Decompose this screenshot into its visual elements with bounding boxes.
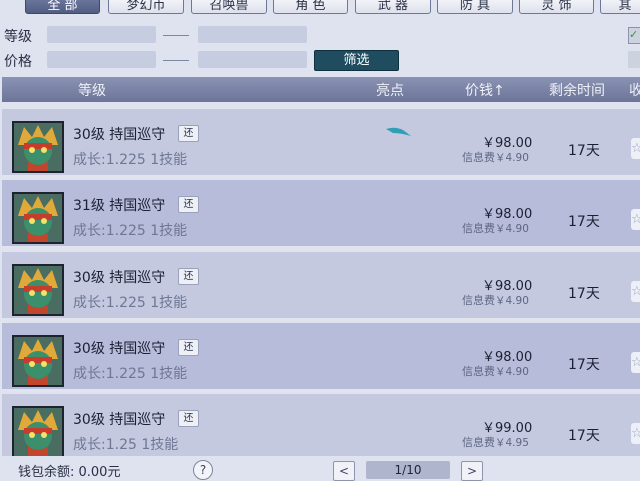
status-badge: 还	[178, 339, 199, 356]
listing-table: 30级 持国巡守 还 成长:1.225 1技能 ￥98.00 信息费￥4.90 …	[2, 104, 640, 456]
pet-avatar	[12, 192, 64, 244]
pet-growth: 成长:1.225 1技能	[73, 223, 188, 239]
price-filter-label: 价格	[4, 54, 32, 70]
remaining-time: 17天	[568, 286, 600, 302]
tab-all[interactable]: 全 部	[25, 0, 100, 14]
fee-label: 信息费	[462, 151, 495, 164]
filter-button[interactable]: 筛选	[314, 50, 399, 71]
remaining-time: 17天	[568, 143, 600, 159]
sort-up-icon: ↑	[493, 83, 505, 99]
table-row[interactable]: 30级 持国巡守 还 成长:1.225 1技能 ￥98.00 信息费￥4.90 …	[2, 109, 640, 178]
remaining-time: 17天	[568, 428, 600, 444]
table-header: 等级 亮点 价钱↑ 剩余时间 收	[2, 77, 640, 102]
status-badge: 还	[178, 268, 199, 285]
help-icon[interactable]: ?	[193, 460, 213, 480]
fee: 信息费￥4.90	[462, 220, 529, 236]
pet-name: 30级 持国巡守	[73, 341, 166, 357]
price-min-input[interactable]	[47, 51, 156, 68]
header-highlight[interactable]: 亮点	[376, 80, 404, 100]
pet-name: 30级 持国巡守	[73, 127, 166, 143]
header-price[interactable]: 价钱↑	[465, 80, 505, 100]
pet-avatar	[12, 264, 64, 316]
pet-growth: 成长:1.225 1技能	[73, 152, 188, 168]
fee: 信息费￥4.90	[462, 363, 529, 379]
table-row[interactable]: 30级 持国巡守 还 成长:1.225 1技能 ￥98.00 信息费￥4.90 …	[2, 323, 640, 392]
fee-label: 信息费	[462, 294, 495, 307]
fee-value: ￥4.90	[495, 223, 529, 235]
wallet-balance: 钱包余额: 0.00元	[18, 465, 121, 480]
fee-value: ￥4.95	[495, 437, 529, 449]
pet-avatar	[12, 121, 64, 173]
fee-value: ￥4.90	[495, 152, 529, 164]
level-max-input[interactable]	[198, 26, 307, 43]
header-favorite[interactable]: 收	[629, 80, 640, 100]
pet-name: 31级 持国巡守	[73, 198, 166, 214]
fee-label: 信息费	[462, 222, 495, 235]
tab-other[interactable]: 其	[600, 0, 640, 14]
status-badge: 还	[178, 410, 199, 427]
pet-avatar	[12, 335, 64, 387]
star-icon[interactable]: ☆	[631, 423, 640, 444]
pet-growth: 成长:1.225 1技能	[73, 295, 188, 311]
page-indicator: 1/10	[366, 461, 450, 479]
pet-growth: 成长:1.25 1技能	[73, 437, 179, 453]
pet-avatar	[12, 406, 64, 456]
range-dash	[163, 60, 189, 61]
fee-label: 信息费	[462, 436, 495, 449]
level-filter-label: 等级	[4, 29, 32, 45]
star-icon[interactable]: ☆	[631, 281, 640, 302]
fee: 信息费￥4.95	[462, 434, 529, 450]
header-remaining[interactable]: 剩余时间	[549, 80, 605, 100]
fee-label: 信息费	[462, 365, 495, 378]
header-price-label: 价钱	[465, 83, 493, 99]
prev-page-button[interactable]: <	[333, 461, 355, 481]
tab-weapons[interactable]: 武 器	[355, 0, 431, 14]
tab-accessories[interactable]: 灵 饰	[519, 0, 594, 14]
star-icon[interactable]: ☆	[631, 209, 640, 230]
tab-armor[interactable]: 防 具	[437, 0, 513, 14]
range-dash	[163, 35, 189, 36]
header-level[interactable]: 等级	[78, 80, 106, 100]
remaining-time: 17天	[568, 214, 600, 230]
level-min-input[interactable]	[47, 26, 156, 43]
pet-name: 30级 持国巡守	[73, 412, 166, 428]
fee: 信息费￥4.90	[462, 149, 529, 165]
remaining-time: 17天	[568, 357, 600, 373]
pet-growth: 成长:1.225 1技能	[73, 366, 188, 382]
fee-value: ￥4.90	[495, 366, 529, 378]
highlight-icon	[386, 127, 411, 136]
table-row[interactable]: 30级 持国巡守 还 成长:1.25 1技能 ￥99.00 信息费￥4.95 1…	[2, 394, 640, 456]
category-tabs: 全 部 梦幻币 召唤兽 角 色 武 器 防 具 灵 饰 其	[0, 0, 640, 17]
footer-bar: 钱包余额: 0.00元 ? < 1/10 >	[0, 456, 640, 481]
status-badge: 还	[178, 196, 199, 213]
tab-pets[interactable]: 召唤兽	[191, 0, 267, 14]
fee-value: ￥4.90	[495, 295, 529, 307]
next-page-button[interactable]: >	[461, 461, 483, 481]
price-max-input[interactable]	[198, 51, 307, 68]
tab-currency[interactable]: 梦幻币	[108, 0, 184, 14]
star-icon[interactable]: ☆	[631, 352, 640, 373]
status-badge: 还	[178, 125, 199, 142]
table-row[interactable]: 30级 持国巡守 还 成长:1.225 1技能 ￥98.00 信息费￥4.90 …	[2, 252, 640, 321]
table-row[interactable]: 31级 持国巡守 还 成长:1.225 1技能 ￥98.00 信息费￥4.90 …	[2, 180, 640, 249]
checkbox[interactable]: ✓	[628, 27, 640, 44]
option-box[interactable]	[628, 51, 640, 68]
tab-roles[interactable]: 角 色	[273, 0, 348, 14]
fee: 信息费￥4.90	[462, 292, 529, 308]
pet-name: 30级 持国巡守	[73, 270, 166, 286]
star-icon[interactable]: ☆	[631, 138, 640, 159]
